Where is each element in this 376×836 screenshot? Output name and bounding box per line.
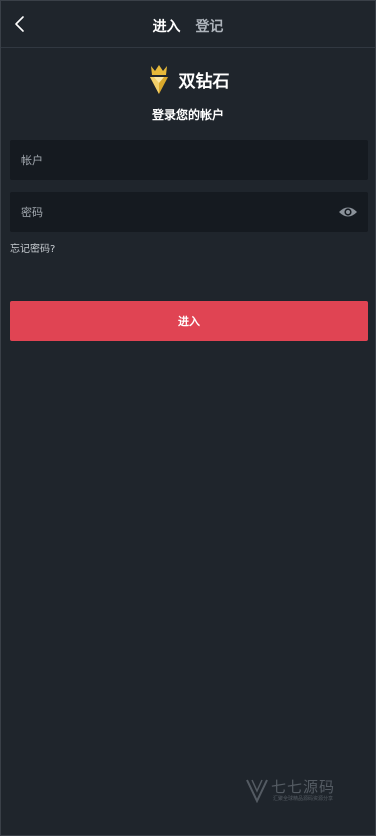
forgot-password-link[interactable]: 忘记密码? [10, 240, 55, 255]
watermark-text: 七七源码 [271, 778, 336, 796]
account-input[interactable] [10, 140, 368, 180]
diamond-crown-icon [149, 65, 168, 94]
watermark-subtext: 汇聚全球精品源码资源分享 [273, 796, 334, 802]
tab-login[interactable]: 进入 [153, 16, 181, 36]
watermark-logo-icon [246, 779, 268, 803]
brand-name: 双钻石 [178, 71, 230, 92]
login-button[interactable]: 进入 [10, 301, 368, 341]
password-input[interactable] [10, 192, 368, 232]
watermark: 七七源码 汇聚全球精品源码资源分享 [245, 776, 355, 806]
brand: 双钻石 [0, 63, 376, 97]
top-bar: 进入 登记 [1, 1, 375, 48]
auth-tabs: 进入 登记 [1, 16, 375, 36]
app-frame [0, 0, 376, 836]
account-field [10, 140, 368, 180]
eye-icon [339, 207, 357, 217]
tab-register[interactable]: 登记 [195, 16, 223, 36]
page-subtitle: 登录您的帐户 [151, 108, 224, 122]
toggle-password-visibility[interactable] [338, 204, 358, 220]
password-field [10, 192, 368, 232]
